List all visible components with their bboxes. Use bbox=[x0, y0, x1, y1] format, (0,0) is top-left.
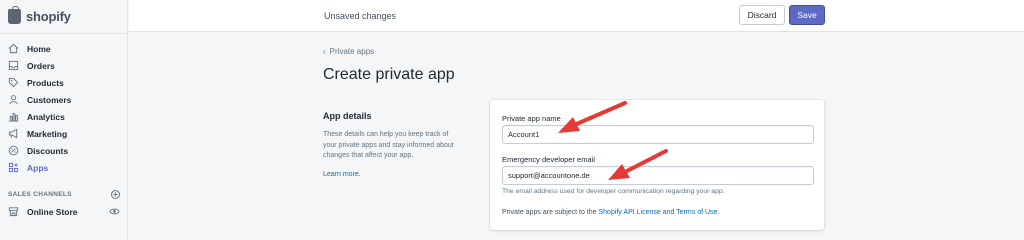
terms-text: Private apps are subject to the Shopify … bbox=[502, 209, 719, 216]
app-details-title: App details bbox=[323, 111, 372, 121]
sidebar-item-analytics[interactable]: Analytics bbox=[0, 108, 127, 125]
person-icon bbox=[8, 94, 19, 105]
breadcrumb[interactable]: ‹ Private apps bbox=[323, 47, 374, 56]
chevron-left-icon: ‹ bbox=[323, 47, 326, 56]
sidebar-item-label: Products bbox=[27, 77, 64, 88]
sidebar-item-marketing[interactable]: Marketing bbox=[0, 125, 127, 142]
unsaved-changes-text: Unsaved changes bbox=[324, 11, 397, 21]
megaphone-icon bbox=[8, 128, 19, 139]
orders-icon bbox=[8, 60, 19, 71]
sidebar-item-orders[interactable]: Orders bbox=[0, 57, 127, 74]
sidebar-item-label: Orders bbox=[27, 60, 55, 71]
online-store-label: Online Store bbox=[27, 206, 78, 217]
tag-icon bbox=[8, 77, 19, 88]
sidebar-item-label: Marketing bbox=[27, 128, 68, 139]
bar-chart-icon bbox=[8, 111, 19, 122]
logo-text: shopify bbox=[26, 9, 71, 24]
sidebar-item-online-store[interactable]: Online Store bbox=[8, 206, 120, 217]
eye-icon[interactable] bbox=[109, 206, 120, 217]
apps-icon bbox=[8, 162, 19, 173]
sidebar-item-label: Analytics bbox=[27, 111, 65, 122]
store-icon bbox=[8, 206, 19, 217]
sidebar: shopify Home Orders Products Customers A… bbox=[0, 0, 128, 240]
shopify-bag-icon bbox=[8, 6, 21, 24]
discard-button[interactable]: Discard bbox=[739, 5, 785, 25]
email-label: Emergency developer email bbox=[502, 155, 595, 164]
sidebar-item-label: Discounts bbox=[27, 145, 69, 156]
sidebar-item-discounts[interactable]: Discounts bbox=[0, 142, 127, 159]
learn-more-link[interactable]: Learn more. bbox=[323, 171, 361, 178]
sidebar-item-label: Apps bbox=[27, 162, 49, 173]
sidebar-item-label: Home bbox=[27, 43, 51, 54]
sales-channels-header: SALES CHANNELS + bbox=[8, 190, 120, 199]
home-icon bbox=[8, 43, 19, 54]
terms-suffix: . bbox=[717, 209, 720, 216]
app-name-input[interactable] bbox=[502, 125, 814, 144]
developer-email-input[interactable] bbox=[502, 166, 814, 185]
discount-icon bbox=[8, 145, 19, 156]
email-help-text: The email address used for developer com… bbox=[502, 188, 725, 195]
sales-channels-label: SALES CHANNELS bbox=[8, 191, 72, 198]
shopify-logo[interactable]: shopify bbox=[0, 0, 127, 34]
breadcrumb-label: Private apps bbox=[329, 47, 375, 56]
page-title: Create private app bbox=[323, 66, 455, 83]
app-details-description: These details can help you keep track of… bbox=[323, 131, 454, 159]
terms-link[interactable]: Shopify API License and Terms of Use bbox=[599, 209, 718, 216]
sidebar-item-label: Customers bbox=[27, 94, 72, 105]
add-channel-icon[interactable]: + bbox=[111, 190, 120, 199]
main-nav: Home Orders Products Customers Analytics bbox=[0, 34, 127, 176]
sidebar-item-products[interactable]: Products bbox=[0, 74, 127, 91]
app-name-label: Private app name bbox=[502, 114, 561, 123]
sidebar-item-home[interactable]: Home bbox=[0, 40, 127, 57]
save-button[interactable]: Save bbox=[789, 5, 825, 25]
sidebar-item-customers[interactable]: Customers bbox=[0, 91, 127, 108]
app-details-card: Private app name Emergency developer ema… bbox=[490, 100, 824, 230]
context-bar: Unsaved changes Discard Save bbox=[129, 0, 1024, 32]
sidebar-item-apps[interactable]: Apps bbox=[0, 159, 127, 176]
terms-prefix: Private apps are subject to the bbox=[502, 209, 599, 216]
